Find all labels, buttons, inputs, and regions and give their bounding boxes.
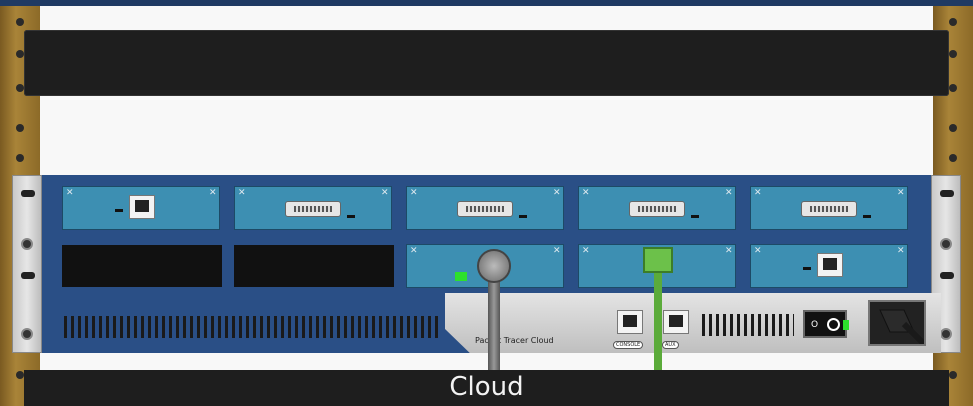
rail-hole (16, 18, 24, 26)
rj45-port[interactable] (817, 253, 843, 277)
screw-icon (21, 238, 33, 250)
screw-icon: ✕ (410, 188, 418, 198)
power-cable-icon (879, 309, 927, 347)
ear-slot (940, 190, 954, 197)
screw-icon (940, 328, 952, 340)
screw-icon: ✕ (209, 188, 217, 198)
screw-icon: ✕ (897, 188, 905, 198)
power-socket[interactable] (868, 300, 927, 347)
module-slot-1-5[interactable]: ✕ ✕ (750, 186, 908, 230)
screw-icon: ✕ (725, 188, 733, 198)
screw-icon: ✕ (754, 188, 762, 198)
power-on-icon (827, 318, 840, 331)
port-led (803, 267, 811, 270)
screw-icon: ✕ (238, 188, 246, 198)
screw-icon: ✕ (553, 188, 561, 198)
vent-grille (702, 314, 794, 336)
rail-hole (949, 124, 957, 132)
screw-icon: ✕ (897, 246, 905, 256)
screw-icon: ✕ (381, 188, 389, 198)
rail-hole (16, 124, 24, 132)
vent-grille (64, 316, 440, 338)
screw-icon (21, 328, 33, 340)
port-led (863, 215, 871, 218)
module-slot-1-1[interactable]: ✕ ✕ (62, 186, 220, 230)
port-led (347, 215, 355, 218)
screw-icon: ✕ (725, 246, 733, 256)
power-switch[interactable]: O (803, 310, 847, 338)
empty-module-slot[interactable] (234, 245, 394, 287)
module-slot-1-4[interactable]: ✕ ✕ (578, 186, 736, 230)
device-model-label: Packet Tracer Cloud (475, 336, 554, 345)
window-top-border (0, 0, 973, 6)
rack-ear-left (12, 175, 42, 353)
screw-icon: ✕ (410, 246, 418, 256)
rail-hole (949, 50, 957, 58)
device-physical-view: ✕ ✕ ✕ ✕ ✕ ✕ ✕ ✕ ✕ ✕ ✕ ✕ ✕ ✕ ✕ ✕ Packet Tracer Cl… (0, 0, 973, 406)
aux-port-label: AUX (662, 341, 679, 349)
port-led (691, 215, 699, 218)
console-port[interactable] (617, 310, 643, 334)
rj45-port[interactable] (129, 195, 155, 219)
screw-icon: ✕ (582, 246, 590, 256)
screw-icon: ✕ (754, 246, 762, 256)
ear-slot (21, 272, 35, 279)
module-slot-2-5[interactable]: ✕ ✕ (750, 244, 908, 288)
module-slot-1-2[interactable]: ✕ ✕ (234, 186, 392, 230)
rack-blank-panel-top (24, 30, 949, 96)
ethernet-cable[interactable] (654, 262, 662, 372)
ear-slot (940, 272, 954, 279)
console-port-label: CONSOLE (613, 341, 644, 349)
serial-port[interactable] (801, 201, 857, 217)
serial-port[interactable] (629, 201, 685, 217)
coaxial-connector[interactable] (477, 249, 511, 283)
ethernet-connector[interactable] (643, 247, 673, 273)
serial-port[interactable] (457, 201, 513, 217)
port-led (519, 215, 527, 218)
port-led (115, 209, 123, 212)
rail-hole (949, 84, 957, 92)
rail-hole (16, 154, 24, 162)
screw-icon: ✕ (553, 246, 561, 256)
ear-slot (21, 190, 35, 197)
power-led (843, 320, 849, 330)
coaxial-cable[interactable] (488, 268, 500, 372)
device-name-label: Cloud (449, 372, 524, 402)
aux-port[interactable] (663, 310, 689, 334)
rail-hole (949, 154, 957, 162)
empty-module-slot[interactable] (62, 245, 222, 287)
rail-hole (16, 84, 24, 92)
screw-icon (940, 238, 952, 250)
rail-hole (16, 50, 24, 58)
module-slot-1-3[interactable]: ✕ ✕ (406, 186, 564, 230)
rail-hole (949, 18, 957, 26)
screw-icon: ✕ (66, 188, 74, 198)
power-off-label: O (811, 320, 819, 330)
link-status-led (455, 272, 467, 281)
serial-port[interactable] (285, 201, 341, 217)
screw-icon: ✕ (582, 188, 590, 198)
